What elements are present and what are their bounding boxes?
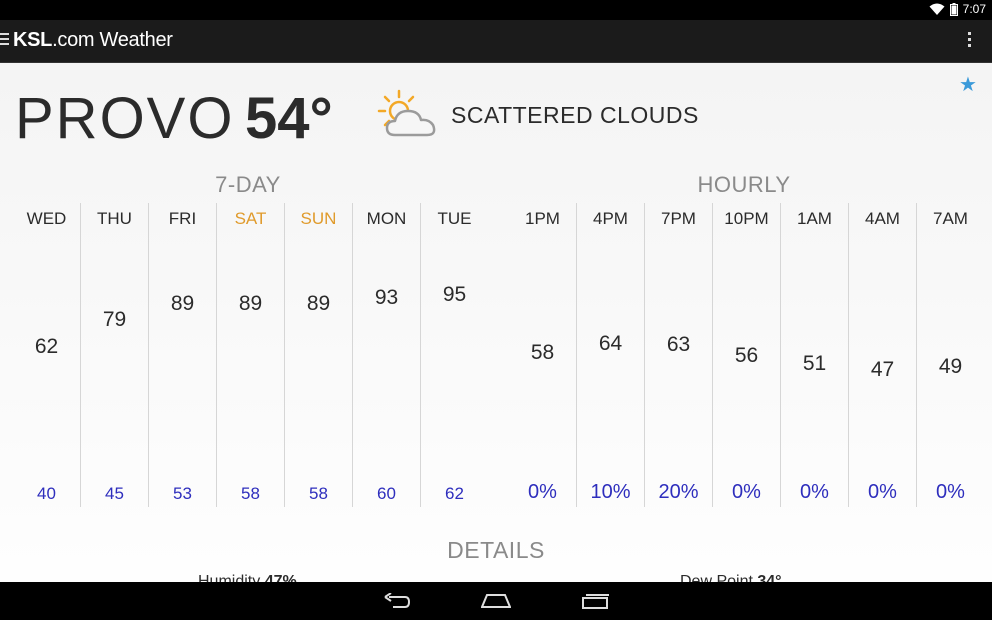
app-name: Weather [99,29,173,51]
dew-point-detail: Dew Point 34° [680,573,782,582]
high-temperature: 95 [442,282,467,306]
hourly-label: 7AM [933,209,968,228]
low-temperature: 40 [37,484,56,503]
partly-cloudy-icon [377,89,436,137]
details-title: DETAILS [447,537,545,563]
menu-icon[interactable] [0,33,9,49]
daily-label: THU [97,209,132,228]
hourly-column: 7AM 49 0% [916,203,984,507]
humidity-value: 47% [264,573,297,582]
status-bar: 7:07 [0,0,992,20]
low-temperature: 58 [241,484,260,503]
city-name: PROVO [15,86,235,151]
daily-column: SAT 89 58 [216,203,284,507]
hourly-title: HOURLY [697,172,791,197]
humidity-label: Humidity [198,573,261,582]
hourly-label: 10PM [724,209,769,228]
status-time: 7:07 [962,2,986,16]
high-temperature: 89 [306,292,331,316]
weather-content: PROVO 54° SCATTERED CLOUDS ★ 7-DAY HOURL… [0,63,992,582]
precip-chance: 0% [800,481,829,503]
precip-chance: 20% [658,481,699,503]
daily-column: THU 79 45 [80,203,148,507]
low-temperature: 62 [445,484,464,503]
recent-apps-icon [582,594,609,609]
hourly-column: 10PM 56 0% [712,203,780,507]
hourly-column: 7PM 63 20% [644,203,712,507]
wifi-icon [929,3,945,15]
daily-column: FRI 89 53 [148,203,216,507]
hourly-temperature: 51 [802,352,827,376]
precip-chance: 0% [732,481,761,503]
hourly-column: 4PM 64 10% [576,203,644,507]
back-icon [384,593,411,608]
brand-name: KSL [13,29,53,51]
battery-icon [949,2,958,16]
hourly-temperature: 47 [870,358,895,382]
favorite-star-icon[interactable]: ★ [959,72,977,96]
daily-forecast: WED 62 40 THU 79 45 FRI 89 53 SAT 89 58 SUN 89 58 MON 93… [13,203,488,507]
hourly-column: 4AM 47 0% [848,203,916,507]
brand-domain: .com [52,29,95,51]
hourly-forecast: 1PM 58 0% 4PM 64 10% 7PM 63 20% 10PM 56 0% 1AM 51 0% 4A… [509,203,984,507]
overflow-menu-icon[interactable] [968,32,972,50]
daily-label: MON [366,209,407,228]
daily-label: FRI [168,209,197,228]
precip-chance: 0% [868,481,897,503]
hourly-label: 7PM [661,209,696,228]
hourly-label: 4PM [593,209,628,228]
high-temperature: 62 [34,334,59,358]
high-temperature: 93 [374,286,399,310]
app-title: KSL.com Weather [13,29,173,52]
current-temperature: 54° [245,86,333,151]
hourly-temperature: 56 [734,344,759,368]
hourly-label: 1PM [525,209,560,228]
navigation-bar [0,582,992,620]
low-temperature: 53 [173,484,192,503]
app-bar: KSL.com Weather [0,20,992,63]
daily-column: TUE 95 62 [420,203,488,507]
high-temperature: 89 [238,292,263,316]
hourly-column: 1PM 58 0% [509,203,576,507]
daily-column: WED 62 40 [13,203,80,507]
precip-chance: 0% [528,481,557,503]
weather-condition: SCATTERED CLOUDS [451,102,699,128]
high-temperature: 89 [170,292,195,316]
low-temperature: 58 [309,484,328,503]
high-temperature: 79 [102,308,127,332]
daily-column: SUN 89 58 [284,203,352,507]
precip-chance: 0% [936,481,965,503]
dew-point-label: Dew Point [680,573,753,582]
recent-apps-button[interactable] [576,588,616,614]
home-icon [481,594,511,608]
home-button[interactable] [476,588,516,614]
dew-point-value: 34° [757,573,782,582]
precip-chance: 10% [590,481,631,503]
low-temperature: 60 [377,484,396,503]
humidity-detail: Humidity 47% [198,573,297,582]
seven-day-title: 7-DAY [215,172,281,197]
hourly-label: 4AM [865,209,900,228]
hourly-temperature: 49 [938,355,963,379]
hourly-temperature: 63 [666,333,691,357]
back-button[interactable] [377,588,417,614]
low-temperature: 45 [105,484,124,503]
daily-label: WED [26,209,67,228]
hourly-temperature: 64 [598,331,623,355]
hourly-label: 1AM [797,209,832,228]
daily-label: SUN [300,209,337,228]
daily-column: MON 93 60 [352,203,420,507]
daily-label: SAT [234,209,267,228]
hourly-temperature: 58 [530,341,555,365]
daily-label: TUE [437,209,472,228]
hourly-column: 1AM 51 0% [780,203,848,507]
